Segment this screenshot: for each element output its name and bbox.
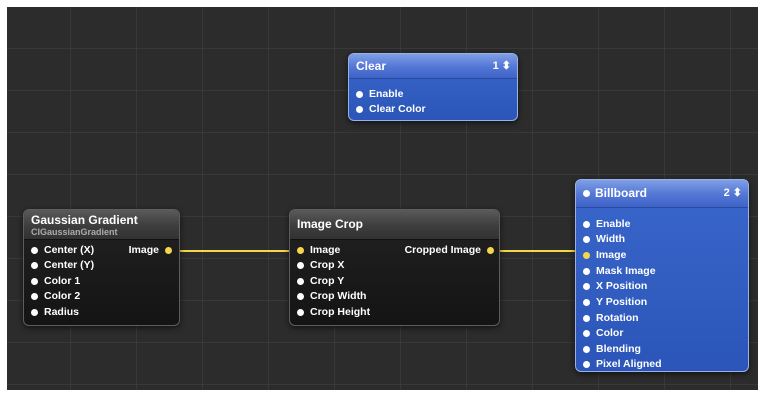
port-label: Pixel Aligned [596,358,662,370]
port-label: X Position [596,280,648,292]
port-dot-icon[interactable] [165,246,172,254]
port-label: Color [596,327,624,339]
port-dot-icon[interactable] [487,246,494,254]
node-title: Billboard [595,186,648,200]
port-dot-icon[interactable] [583,251,590,259]
input-port-rotation[interactable]: Rotation [583,312,639,324]
port-dot-icon[interactable] [583,360,590,368]
port-dot-icon[interactable] [583,298,590,306]
input-port-crop-x[interactable]: Crop X [297,259,344,271]
port-dot-icon[interactable] [297,292,304,300]
output-port-image[interactable]: Image [129,244,172,256]
port-label: Cropped Image [404,244,481,256]
port-dot-icon[interactable] [31,292,38,300]
port-label: Mask Image [596,265,656,277]
port-dot-icon[interactable] [356,90,363,98]
port-dot-icon[interactable] [583,267,590,275]
input-port-color-1[interactable]: Color 1 [31,275,80,287]
input-port-mask-image[interactable]: Mask Image [583,265,656,277]
input-port-blending[interactable]: Blending [583,343,641,355]
port-dot-icon[interactable] [356,105,363,113]
port-label: Image [128,244,159,256]
port-label: Image [596,249,627,261]
input-port-color[interactable]: Color [583,327,623,339]
render-order-stepper[interactable]: 1 ⬍ [493,59,511,72]
render-order-stepper[interactable]: 2 ⬍ [724,186,742,199]
port-label: Color 2 [44,290,81,302]
input-port-y-position[interactable]: Y Position [583,296,647,308]
port-label: Color 1 [44,275,81,287]
input-port-color-2[interactable]: Color 2 [31,290,80,302]
input-port-x-position[interactable]: X Position [583,280,647,292]
port-label: Blending [596,343,641,355]
clear-node-header[interactable]: Clear 1 ⬍ [349,54,517,79]
billboard-node-header[interactable]: Billboard 2 ⬍ [576,180,748,208]
port-dot-icon[interactable] [583,329,590,337]
port-dot-icon[interactable] [297,277,304,285]
port-dot-icon[interactable] [297,308,304,316]
port-label: Center (Y) [44,259,95,271]
port-label: Y Position [596,296,648,308]
input-port-radius[interactable]: Radius [31,306,79,318]
port-label: Center (X) [44,244,95,256]
gaussian-gradient-node[interactable]: Gaussian Gradient CIGaussianGradient Cen… [23,209,180,326]
gaussian-gradient-node-header[interactable]: Gaussian Gradient CIGaussianGradient [24,210,179,240]
input-port-enable[interactable]: Enable [583,218,630,230]
port-dot-icon[interactable] [583,345,590,353]
input-port-crop-height[interactable]: Crop Height [297,306,370,318]
port-dot-icon[interactable] [583,220,590,228]
port-dot-icon[interactable] [583,282,590,290]
port-label: Crop X [310,259,345,271]
node-title: Gaussian Gradient [31,213,138,227]
port-label: Image [310,244,341,256]
input-port-crop-width[interactable]: Crop Width [297,290,366,302]
port-label: Radius [44,306,80,318]
port-dot-icon[interactable] [297,246,304,254]
port-dot-icon[interactable] [31,308,38,316]
input-port-pixel-aligned[interactable]: Pixel Aligned [583,358,662,370]
port-label: Width [596,233,626,245]
port-label: Crop Y [310,275,345,287]
clear-node[interactable]: Clear 1 ⬍ Enable Clear Color [348,53,518,121]
billboard-node[interactable]: Billboard 2 ⬍ Enable Width Image Mask Im… [575,179,749,372]
node-title: Clear [356,59,387,73]
port-label: Rotation [596,312,639,324]
node-title-wrap: Billboard [583,186,741,200]
port-label: Enable [369,88,404,100]
port-dot-icon[interactable] [31,246,38,254]
input-port-width[interactable]: Width [583,233,625,245]
input-port-crop-y[interactable]: Crop Y [297,275,344,287]
image-crop-node[interactable]: Image Crop Image Crop X Crop Y Crop Widt… [289,209,500,326]
port-dot-icon[interactable] [31,261,38,269]
input-port-image[interactable]: Image [583,249,626,261]
input-port-enable[interactable]: Enable [356,88,403,100]
output-port-cropped-image[interactable]: Cropped Image [405,244,494,256]
input-port-center-x[interactable]: Center (X) [31,244,94,256]
port-dot-icon[interactable] [583,235,590,243]
port-label: Crop Width [310,290,367,302]
port-dot-icon[interactable] [583,314,590,322]
input-port-image[interactable]: Image [297,244,340,256]
port-dot-icon[interactable] [297,261,304,269]
port-label: Enable [596,218,631,230]
input-port-center-y[interactable]: Center (Y) [31,259,94,271]
enable-dot-icon [583,190,590,197]
port-dot-icon[interactable] [31,277,38,285]
image-crop-node-header[interactable]: Image Crop [290,210,499,240]
port-label: Clear Color [369,103,426,115]
patch-editor-canvas[interactable]: Clear 1 ⬍ Enable Clear Color Gaussian Gr… [7,7,758,390]
input-port-clear-color[interactable]: Clear Color [356,103,426,115]
node-title: Image Crop [297,217,364,231]
port-label: Crop Height [310,306,371,318]
node-subtitle: CIGaussianGradient [31,227,118,237]
